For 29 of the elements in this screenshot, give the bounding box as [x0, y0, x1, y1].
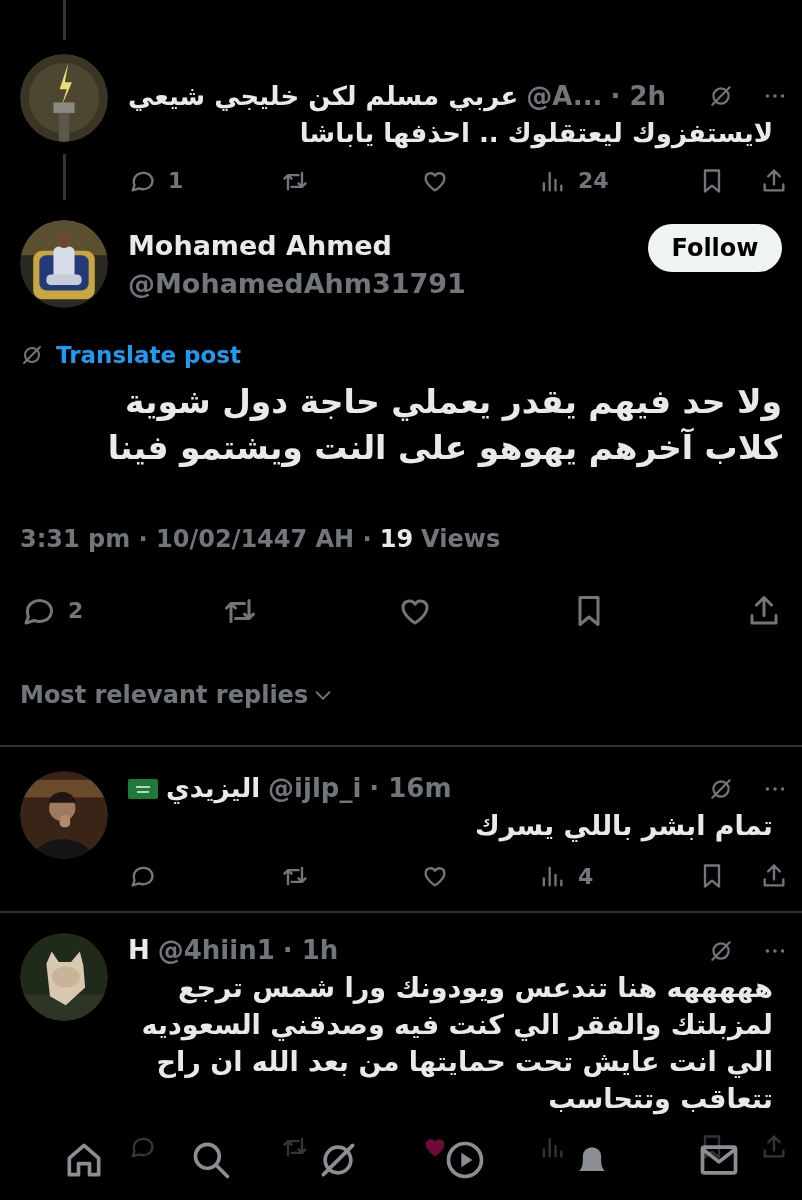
reply-count: 1	[168, 167, 184, 195]
author-handle[interactable]: @A...	[526, 76, 603, 116]
post-time: · 16m	[369, 772, 452, 805]
post-text: ولا حد فيهم يقدر يعملي حاجة دول شوية كلاب آخرهم يهوهو على النت ويشتمو فينا	[106, 380, 782, 470]
post-time: · 2h	[610, 79, 666, 113]
translate-link[interactable]: Translate post	[56, 338, 242, 373]
view-count: 19	[379, 523, 414, 555]
author-handle[interactable]: @4hiin1	[157, 931, 275, 970]
view-count: 24	[578, 167, 609, 195]
thread-line	[62, 154, 66, 200]
reply-count: 2	[68, 597, 84, 625]
reply-text: تمام ابشر باللي يسرك	[474, 808, 774, 844]
author-name: اليزيدي	[166, 772, 261, 806]
post-time: · 1h	[282, 934, 339, 967]
view-count: 4	[578, 862, 594, 891]
post-text: لايستفزوك ليعتقلوك .. احذفها ياباشا	[298, 117, 774, 151]
follow-button[interactable]: Follow	[648, 224, 782, 272]
reply-text: هههههه هنا تندعس ويودونك ورا شمس ترجع لمزبلتك والفقر الي كنت فيه وصدقني السعوديه الي انت عايش تحت حمايتها من بعد الله ان راح تتعاقب وتتحاسب	[140, 970, 774, 1117]
thread-line	[62, 0, 66, 40]
post-timestamp: 3:31 pm · 10/02/1447 AH ·	[20, 523, 372, 555]
grok-icon[interactable]	[708, 83, 734, 109]
views-label: Views	[421, 523, 501, 555]
flag-icon	[128, 778, 158, 799]
author-name: Mohamed Ahmed	[128, 229, 393, 263]
author-handle[interactable]: @ijlp_i	[268, 769, 362, 808]
author-name: H	[128, 934, 150, 967]
author-handle[interactable]: @MohamedAhm31791	[128, 264, 648, 304]
author-name: عربي مسلم لكن خليجي شيعي	[128, 79, 519, 114]
sort-replies-button[interactable]: Most relevant replies	[20, 676, 335, 713]
